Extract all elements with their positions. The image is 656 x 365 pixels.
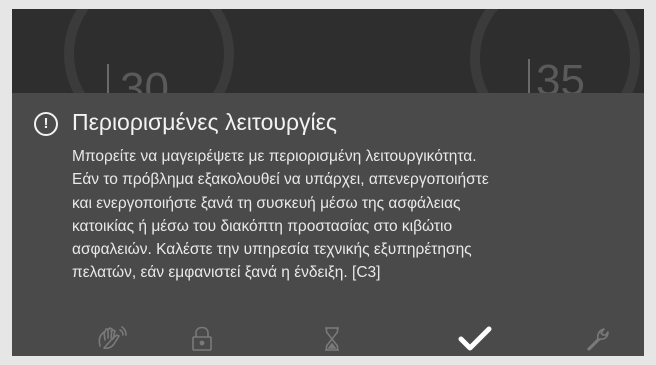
dialog-message: Μπορείτε να μαγειρέψετε με περιορισμένη … [72, 145, 632, 285]
dialog-title: Περιορισμένες λειτουργίες [72, 109, 337, 135]
message-line: κατοικίας ή μέσω του διακόπτη προστασίας… [72, 217, 453, 235]
lock-button[interactable] [182, 321, 222, 356]
lock-icon [192, 326, 212, 351]
left-dial-marker [107, 64, 109, 94]
message-line: και ενεργοποιήστε ξανά τη συσκευή μέσω τ… [72, 194, 461, 212]
settings-button[interactable] [578, 321, 618, 356]
bottom-icon-bar [12, 321, 644, 356]
message-line: πελατών, εάν εμφανιστεί ξανά η ένδειξη. … [72, 264, 381, 282]
display-screen: 30 35 ! Περιορισμένες λειτουργίες Μπορεί… [12, 9, 644, 356]
timer-button[interactable] [312, 321, 352, 356]
hourglass-icon [325, 326, 339, 351]
exclamation-circle-icon: ! [34, 112, 58, 136]
hand-wave-icon [98, 325, 127, 349]
right-dial-marker [528, 59, 530, 93]
hand-wave-button[interactable] [92, 321, 132, 356]
message-line: Εάν το πρόβλημα εξακολουθεί να υπάρχει, … [72, 171, 489, 189]
wrench-icon [587, 327, 609, 351]
confirm-button[interactable] [455, 321, 495, 356]
message-line: Μπορείτε να μαγειρέψετε με περιορισμένη … [72, 148, 477, 165]
device-frame: 30 35 ! Περιορισμένες λειτουργίες Μπορεί… [0, 0, 656, 365]
checkmark-icon [458, 326, 492, 350]
message-line: ασφαλειών. Καλέστε την υπηρεσία τεχνικής… [72, 241, 472, 259]
